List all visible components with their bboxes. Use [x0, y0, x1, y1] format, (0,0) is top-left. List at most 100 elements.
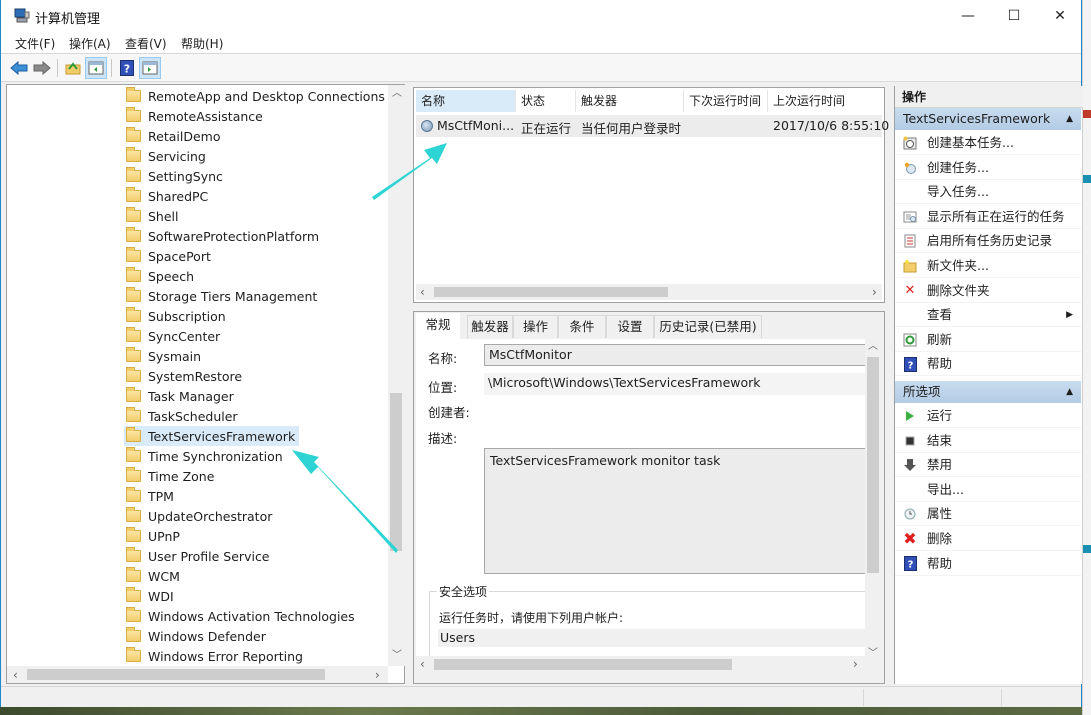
tree-item[interactable]: Sysmain: [124, 346, 205, 366]
tree-item[interactable]: TextServicesFramework: [124, 426, 300, 446]
column-header-trigger[interactable]: 触发器: [576, 90, 684, 112]
action-item[interactable]: 查看 ▶: [895, 303, 1081, 328]
forward-button[interactable]: [31, 57, 53, 79]
tree-item[interactable]: SpacePort: [124, 246, 215, 266]
tree-item[interactable]: UpdateOrchestrator: [124, 506, 276, 526]
scroll-right-arrow-icon[interactable]: ›: [375, 669, 380, 681]
column-header-last-run[interactable]: 上次运行时间: [768, 90, 882, 112]
scroll-down-arrow-icon[interactable]: ﹀: [392, 651, 402, 661]
menu-file[interactable]: 文件(F): [15, 35, 55, 52]
tree-item[interactable]: Windows Activation Technologies: [124, 606, 359, 626]
minimize-button[interactable]: —: [945, 0, 991, 32]
tree-item[interactable]: Windows Defender: [124, 626, 270, 646]
show-hide-tree-button[interactable]: [85, 57, 107, 79]
scroll-right-arrow-icon[interactable]: ›: [853, 658, 858, 670]
pane-splitter[interactable]: [413, 304, 885, 311]
scroll-up-arrow-icon[interactable]: ︿: [868, 342, 878, 352]
action-item[interactable]: ? 帮助: [895, 352, 1081, 377]
tab-settings[interactable]: 设置: [606, 315, 654, 338]
tree-item[interactable]: Servicing: [124, 146, 210, 166]
action-item[interactable]: 属性: [895, 502, 1081, 527]
tree-item[interactable]: SettingSync: [124, 166, 227, 186]
action-item[interactable]: 创建基本任务...: [895, 131, 1081, 155]
tab-triggers[interactable]: 触发器: [467, 315, 513, 338]
maximize-button[interactable]: ☐: [991, 0, 1037, 32]
task-row[interactable]: MsCtfMoni... 正在运行 当任何用户登录时 2017/10/6 8:5…: [416, 115, 889, 137]
tree-item[interactable]: WCM: [124, 566, 184, 586]
scroll-right-arrow-icon[interactable]: ›: [872, 286, 877, 298]
action-item[interactable]: 运行: [895, 404, 1081, 428]
menu-help[interactable]: 帮助(H): [181, 35, 223, 52]
show-hide-action-pane-button[interactable]: [139, 57, 161, 79]
tree-item[interactable]: Task Manager: [124, 386, 238, 406]
user-account-field[interactable]: Users: [438, 629, 865, 647]
scroll-left-arrow-icon[interactable]: ‹: [13, 669, 18, 681]
tree-item[interactable]: WDI: [124, 586, 178, 606]
tree-item[interactable]: Time Zone: [124, 466, 218, 486]
column-header-next-run[interactable]: 下次运行时间: [684, 90, 768, 112]
action-item[interactable]: 禁用: [895, 453, 1081, 478]
tree-item[interactable]: Subscription: [124, 306, 230, 326]
action-item[interactable]: 显示所有正在运行的任务: [895, 205, 1081, 229]
tree-item[interactable]: Time Synchronization: [124, 446, 287, 466]
column-header-name[interactable]: 名称: [416, 90, 516, 112]
help-button[interactable]: ?: [116, 57, 138, 79]
tree-vertical-scrollbar[interactable]: ︿ ﹀: [388, 85, 405, 666]
section-header-folder[interactable]: TextServicesFramework ▲: [895, 108, 1081, 130]
tree-vertical-scroll-thumb[interactable]: [390, 393, 402, 551]
details-vertical-scroll-thumb[interactable]: [867, 357, 879, 573]
action-item[interactable]: 启用所有任务历史记录: [895, 229, 1081, 254]
close-button[interactable]: ✕: [1037, 0, 1083, 32]
scroll-left-arrow-icon[interactable]: ‹: [420, 286, 425, 298]
menu-view[interactable]: 查看(V): [125, 35, 167, 52]
tree-item[interactable]: RemoteAssistance: [124, 106, 267, 126]
tree-item[interactable]: TaskScheduler: [124, 406, 242, 426]
description-field[interactable]: TextServicesFramework monitor task: [484, 448, 865, 574]
tree-item[interactable]: TPM: [124, 486, 178, 506]
action-item[interactable]: 导出...: [895, 478, 1081, 502]
tab-conditions[interactable]: 条件: [558, 315, 606, 338]
location-field[interactable]: \Microsoft\Windows\TextServicesFramework: [484, 373, 865, 395]
tab-actions[interactable]: 操作: [513, 315, 558, 338]
tab-history[interactable]: 历史记录(已禁用): [654, 315, 762, 338]
tree-item[interactable]: RetailDemo: [124, 126, 224, 146]
tree-item[interactable]: User Profile Service: [124, 546, 274, 566]
tree-item[interactable]: Windows Error Reporting: [124, 646, 307, 666]
action-item[interactable]: 导入任务...: [895, 180, 1081, 205]
menu-action[interactable]: 操作(A): [69, 35, 111, 52]
tree-horizontal-scrollbar[interactable]: ‹ ›: [7, 666, 388, 683]
up-folder-button[interactable]: [62, 57, 84, 79]
tree-item[interactable]: UPnP: [124, 526, 184, 546]
tree-item[interactable]: SyncCenter: [124, 326, 224, 346]
tree-item[interactable]: Storage Tiers Management: [124, 286, 321, 306]
tree-item[interactable]: Speech: [124, 266, 198, 286]
scroll-up-arrow-icon[interactable]: ︿: [392, 89, 402, 99]
column-header-status[interactable]: 状态: [516, 90, 576, 112]
action-item[interactable]: ✕ 删除文件夹: [895, 279, 1081, 303]
action-item[interactable]: ? 帮助: [895, 552, 1081, 576]
scroll-down-arrow-icon[interactable]: ﹀: [868, 649, 878, 659]
tree-item[interactable]: RemoteApp and Desktop Connections Up: [124, 86, 388, 106]
details-horizontal-scroll-thumb[interactable]: [434, 659, 732, 670]
tree-item[interactable]: Shell: [124, 206, 183, 226]
action-item[interactable]: ✖ 删除: [895, 527, 1081, 551]
details-vertical-scrollbar[interactable]: ︿ ﹀: [865, 339, 881, 664]
tab-general[interactable]: 常规: [416, 313, 460, 339]
task-list-horizontal-scrollbar[interactable]: ‹ ›: [416, 284, 882, 300]
collapse-triangle-icon[interactable]: ▲: [1066, 108, 1073, 130]
action-item[interactable]: 新文件夹...: [895, 254, 1081, 278]
task-list-scroll-thumb[interactable]: [434, 287, 668, 297]
back-button[interactable]: [8, 57, 30, 79]
collapse-triangle-icon[interactable]: ▲: [1066, 381, 1073, 403]
name-field[interactable]: MsCtfMonitor: [484, 344, 865, 366]
tree-horizontal-scroll-thumb[interactable]: [27, 669, 325, 680]
tree-item[interactable]: SoftwareProtectionPlatform: [124, 226, 323, 246]
action-item[interactable]: 结束: [895, 429, 1081, 453]
tree-item[interactable]: SharedPC: [124, 186, 212, 206]
tree-item[interactable]: SystemRestore: [124, 366, 246, 386]
action-item[interactable]: 创建任务...: [895, 156, 1081, 180]
details-horizontal-scrollbar[interactable]: ‹ ›: [416, 656, 865, 672]
section-header-selected-item[interactable]: 所选项 ▲: [895, 381, 1081, 403]
action-item[interactable]: 刷新: [895, 328, 1081, 352]
scroll-left-arrow-icon[interactable]: ‹: [420, 658, 425, 670]
